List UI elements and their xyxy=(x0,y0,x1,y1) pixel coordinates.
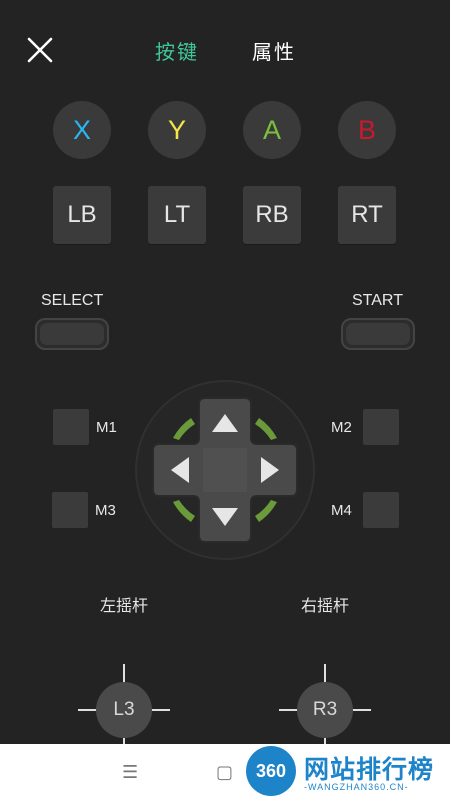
close-icon[interactable] xyxy=(24,34,56,66)
start-label: START xyxy=(352,292,403,309)
m3-label: M3 xyxy=(95,502,116,519)
select-label: SELECT xyxy=(41,292,104,309)
tab-properties[interactable]: 属性 xyxy=(252,36,296,65)
watermark-name: 网站排行榜 xyxy=(304,756,435,784)
m3-button[interactable] xyxy=(52,492,88,528)
right-stick-label: 右摇杆 xyxy=(301,598,350,615)
lb-button[interactable]: LB xyxy=(53,186,111,244)
right-stick[interactable]: R3 xyxy=(279,664,371,756)
m4-label: M4 xyxy=(331,502,352,519)
left-stick-label: 左摇杆 xyxy=(100,598,149,615)
home-square-icon[interactable]: ▢ xyxy=(216,762,233,783)
select-button[interactable] xyxy=(35,318,109,350)
arrow-right-icon[interactable] xyxy=(259,456,281,484)
l3-button[interactable]: L3 xyxy=(96,682,152,738)
m4-button[interactable] xyxy=(363,492,399,528)
dpad[interactable] xyxy=(133,378,317,562)
arrow-down-icon[interactable] xyxy=(211,506,239,528)
lt-button[interactable]: LT xyxy=(148,186,206,244)
watermark: 360 网站排行榜 -WANGZHAN360.CN- xyxy=(240,744,450,800)
rt-button[interactable]: RT xyxy=(338,186,396,244)
rb-button[interactable]: RB xyxy=(243,186,301,244)
m1-label: M1 xyxy=(96,419,117,436)
b-button[interactable]: B xyxy=(338,101,396,159)
tab-keys[interactable]: 按键 xyxy=(155,36,199,65)
left-stick[interactable]: L3 xyxy=(78,664,170,756)
watermark-logo: 360 xyxy=(246,746,296,796)
m2-button[interactable] xyxy=(363,409,399,445)
start-button[interactable] xyxy=(341,318,415,350)
arrow-up-icon[interactable] xyxy=(211,412,239,434)
m1-button[interactable] xyxy=(53,409,89,445)
y-button[interactable]: Y xyxy=(148,101,206,159)
a-button[interactable]: A xyxy=(243,101,301,159)
top-bar: 按键 属性 xyxy=(0,0,450,100)
x-button[interactable]: X xyxy=(53,101,111,159)
m2-label: M2 xyxy=(331,419,352,436)
arrow-left-icon[interactable] xyxy=(169,456,191,484)
menu-icon[interactable]: ☰ xyxy=(122,762,138,783)
watermark-url: -WANGZHAN360.CN- xyxy=(304,782,409,792)
r3-button[interactable]: R3 xyxy=(297,682,353,738)
